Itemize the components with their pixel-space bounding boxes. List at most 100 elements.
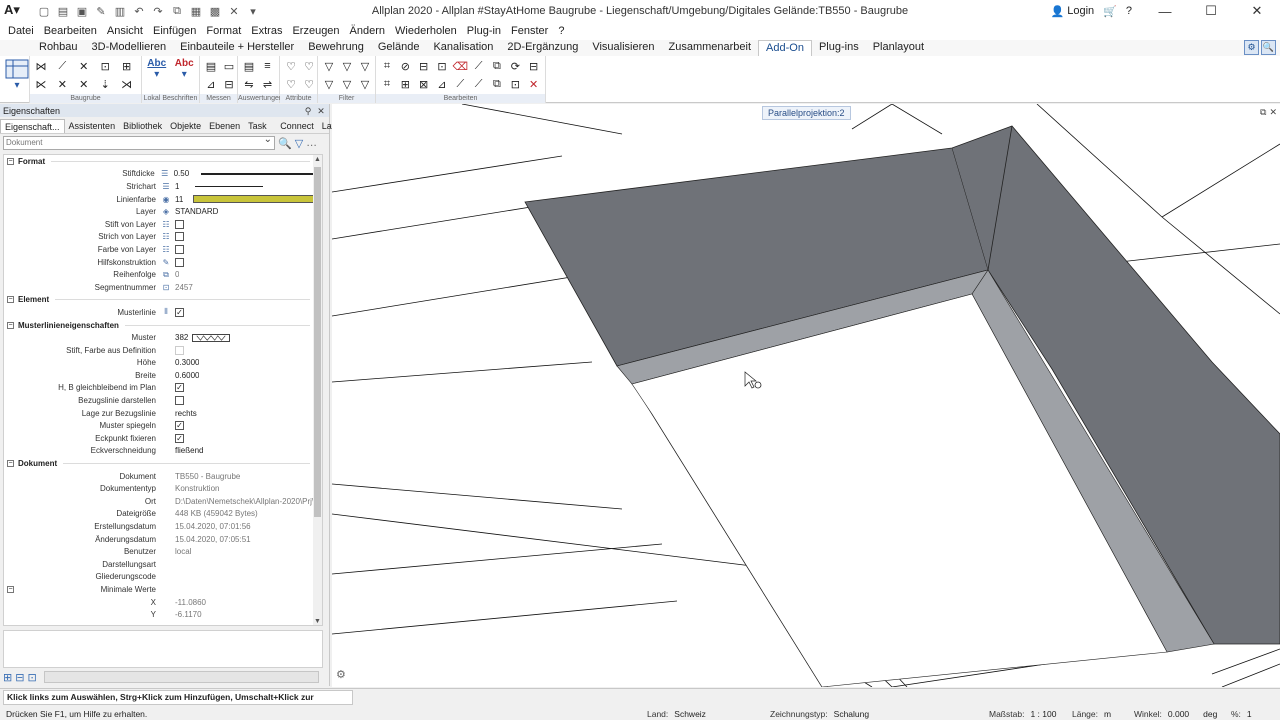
- ribbon-settings-icon[interactable]: ⚙: [1244, 40, 1259, 55]
- edit-5-icon[interactable]: ⊟: [416, 58, 432, 74]
- scroll-thumb[interactable]: [314, 167, 321, 517]
- menu-wiederholen[interactable]: Wiederholen: [390, 25, 462, 37]
- bottom-select[interactable]: [43, 671, 319, 683]
- prop-eckverschneidung[interactable]: Eckverschneidung fließend: [4, 445, 322, 458]
- prop-hoehe[interactable]: Höhe 0.3000: [4, 357, 322, 370]
- checkbox[interactable]: [175, 244, 184, 254]
- menu-datei[interactable]: Datei: [3, 25, 39, 37]
- prop-minimale-werte[interactable]: − Minimale Werte: [4, 583, 322, 596]
- edit-4-icon[interactable]: ⊞: [397, 76, 413, 92]
- undo-icon[interactable]: ↶: [131, 3, 147, 19]
- grid-icon[interactable]: ▩: [207, 3, 223, 19]
- close-button[interactable]: ✕: [1234, 0, 1280, 22]
- edit-10-icon[interactable]: ⟋: [452, 76, 468, 92]
- pin-icon[interactable]: ⚲: [303, 106, 313, 116]
- tab-2d-ergaenzung[interactable]: 2D-Ergänzung: [500, 40, 585, 56]
- customize-icon[interactable]: ▾: [245, 3, 261, 19]
- viewport-3d[interactable]: Parallelprojektion:2 ⧉ ✕ ⚙: [332, 104, 1280, 687]
- prop-reihenfolge[interactable]: Reihenfolge ⧉ 0: [4, 268, 322, 281]
- tab-3d-modellieren[interactable]: 3D-Modellieren: [85, 40, 174, 56]
- attribute-2-icon[interactable]: ♡: [283, 76, 299, 92]
- project-icon[interactable]: ▾: [3, 58, 31, 92]
- ptab-eigenschaften[interactable]: Eigenschaft...: [0, 119, 65, 133]
- prop-musterlinie[interactable]: Musterlinie ⦀ ✓: [4, 306, 322, 319]
- cart-icon[interactable]: 🛒: [1103, 5, 1117, 18]
- layers-icon[interactable]: ▦: [188, 3, 204, 19]
- panel-close-icon[interactable]: ✕: [316, 106, 326, 116]
- ribbon-search-icon[interactable]: 🔍: [1261, 40, 1276, 55]
- menu-extras[interactable]: Extras: [246, 25, 287, 37]
- laenge-status[interactable]: Länge: m: [1072, 709, 1111, 719]
- terrain-drawing[interactable]: [332, 104, 1280, 687]
- prop-strichart[interactable]: Strichart ☰ 1: [4, 180, 322, 193]
- prop-stift-farbe-aus-definition[interactable]: Stift, Farbe aus Definition: [4, 344, 322, 357]
- prop-breite[interactable]: Breite 0.6000: [4, 369, 322, 382]
- pattern-preview[interactable]: [192, 333, 231, 342]
- projection-label[interactable]: Parallelprojektion:2: [762, 106, 851, 120]
- attribute-3-icon[interactable]: ♡: [301, 58, 317, 74]
- window-icon[interactable]: ⧉: [169, 3, 185, 19]
- collapse-icon[interactable]: −: [7, 296, 14, 304]
- menu-format[interactable]: Format: [201, 25, 246, 37]
- open-icon[interactable]: ▤: [55, 3, 71, 19]
- baugrube-tool-6-icon[interactable]: ✕: [76, 76, 92, 92]
- tab-einbauteile[interactable]: Einbauteile + Hersteller: [173, 40, 301, 56]
- ptab-ebenen[interactable]: Ebenen: [205, 119, 244, 133]
- baugrube-tool-1-icon[interactable]: ⋈: [33, 58, 49, 74]
- tab-visualisieren[interactable]: Visualisieren: [585, 40, 661, 56]
- section-dokument[interactable]: − Dokument: [4, 457, 322, 470]
- section-musterlinieneigenschaften[interactable]: − Musterlinieneigenschaften: [4, 319, 322, 332]
- section-format[interactable]: − Format: [4, 155, 322, 168]
- tab-rohbau[interactable]: Rohbau: [32, 40, 85, 56]
- help-icon[interactable]: ?: [1126, 5, 1132, 17]
- move-icon[interactable]: ⧉: [489, 76, 505, 92]
- login-button[interactable]: 👤 Login 🛒 ?: [1051, 5, 1132, 18]
- prop-bezugslinie-darstellen[interactable]: Bezugslinie darstellen: [4, 394, 322, 407]
- menu-einfuegen[interactable]: Einfügen: [148, 25, 201, 37]
- menu-help[interactable]: ?: [553, 25, 569, 37]
- copy-icon[interactable]: ⧉: [489, 58, 505, 74]
- prop-muster[interactable]: Muster 382: [4, 331, 322, 344]
- prop-farbe-von-layer[interactable]: Farbe von Layer ☷: [4, 243, 322, 256]
- new-icon[interactable]: ▢: [36, 3, 52, 19]
- tab-add-on[interactable]: Add-On: [758, 40, 812, 56]
- filter-4-icon[interactable]: ▽: [339, 76, 355, 92]
- baugrube-tool-4-icon[interactable]: ✕: [54, 76, 70, 92]
- winkel-status[interactable]: Winkel: 0.000 deg: [1134, 709, 1217, 719]
- edit-3-icon[interactable]: ⊘: [397, 58, 413, 74]
- collapse-icon[interactable]: −: [7, 321, 14, 329]
- allplan-logo-icon[interactable]: A▾: [4, 2, 22, 20]
- report-1-icon[interactable]: ▤: [241, 58, 257, 74]
- ptab-connect[interactable]: Connect: [276, 119, 318, 133]
- edit-1-icon[interactable]: ⌗: [379, 58, 395, 74]
- checkbox[interactable]: [175, 257, 184, 267]
- prop-stiftdicke[interactable]: Stiftdicke ☰ 0.50: [4, 168, 322, 181]
- prop-segmentnummer[interactable]: Segmentnummer ⊡ 2457: [4, 281, 322, 294]
- collapse-icon[interactable]: −: [7, 157, 14, 165]
- tab-planlayout[interactable]: Planlayout: [866, 40, 931, 56]
- delete-icon[interactable]: ✕: [526, 76, 542, 92]
- menu-bearbeiten[interactable]: Bearbeiten: [39, 25, 102, 37]
- percent-status[interactable]: %: 1: [1231, 709, 1252, 719]
- redo-icon[interactable]: ↷: [150, 3, 166, 19]
- checkbox[interactable]: [175, 219, 184, 229]
- prop-strich-von-layer[interactable]: Strich von Layer ☷: [4, 231, 322, 244]
- property-scrollbar[interactable]: ▲ ▼: [313, 155, 322, 625]
- zeichnungstyp-status[interactable]: Zeichnungstyp: Schalung: [770, 709, 869, 719]
- filter-1-icon[interactable]: ▽: [321, 58, 337, 74]
- collapse-icon[interactable]: −: [7, 460, 14, 468]
- filter-6-icon[interactable]: ▽: [357, 76, 373, 92]
- abc-label-icon[interactable]: Abc ▾: [145, 58, 169, 92]
- tab-bewehrung[interactable]: Bewehrung: [301, 40, 371, 56]
- edit-7-icon[interactable]: ⊡: [434, 58, 450, 74]
- paste-icon[interactable]: ▥: [112, 3, 128, 19]
- prop-muster-spiegeln[interactable]: Muster spiegeln ✓: [4, 419, 322, 432]
- bottom-tool-1-icon[interactable]: ⊞: [3, 671, 12, 684]
- measure-4-icon[interactable]: ⊟: [221, 76, 237, 92]
- menu-fenster[interactable]: Fenster: [506, 25, 553, 37]
- viewport-restore-icon[interactable]: ⧉: [1260, 107, 1266, 118]
- minimize-button[interactable]: —: [1142, 0, 1188, 22]
- edit-8-icon[interactable]: ⊿: [434, 76, 450, 92]
- checkbox[interactable]: [175, 232, 184, 242]
- prop-linienfarbe[interactable]: Linienfarbe ◉ 11: [4, 193, 322, 206]
